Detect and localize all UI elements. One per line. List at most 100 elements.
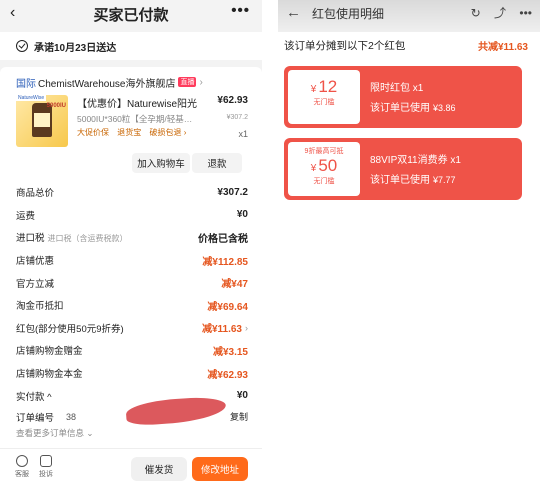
- coupon-used-label: 该订单已使用: [370, 175, 430, 186]
- price-row-label: 店铺购物金赠金: [16, 343, 213, 357]
- coupon-threshold: 无门槛: [313, 99, 335, 106]
- chat-icon: [16, 455, 28, 467]
- price-row: 淘金币抵扣 减¥69.64: [0, 294, 262, 317]
- price-row: 店铺优惠 减¥112.85: [0, 249, 262, 272]
- coupon-card[interactable]: ¥12 无门槛 限时红包 x1 该订单已使用 ¥3.86: [284, 66, 522, 128]
- price-row-value: 减¥11.63: [201, 324, 242, 336]
- price-row-label-text: 进口税: [16, 233, 45, 245]
- order-detail-panel: ‹ 买家已付款 ••• 承诺10月23日送达 国际 ChemistWarehou…: [0, 0, 262, 492]
- complain-label: 投诉: [39, 471, 53, 478]
- store-link[interactable]: 国际 ChemistWarehouse海外旗舰店 直播 ›: [0, 67, 262, 91]
- price-row-label: 店铺购物金本金: [16, 366, 207, 380]
- price-row-label-text: 实付款 ^: [16, 391, 52, 403]
- header-icons: ↻ ⤴ •••: [461, 4, 532, 21]
- price-row: 官方立减 减¥47: [0, 271, 262, 294]
- price-row-label-text: 运费: [16, 210, 36, 222]
- price-row-label: 商品总价: [16, 185, 217, 199]
- page-title: 买家已付款: [93, 7, 169, 24]
- order-header: ‹ 买家已付款 •••: [0, 0, 262, 26]
- complain-button[interactable]: 投诉: [34, 455, 58, 479]
- refund-button[interactable]: 退款: [192, 153, 242, 173]
- price-row-label-text: 官方立减: [16, 278, 55, 290]
- coupon-amount: ¥50: [288, 156, 360, 176]
- price-row[interactable]: 红包(部分使用50元9折券) 减¥11.63 ›: [0, 317, 262, 340]
- share-icon[interactable]: ⤴: [494, 6, 506, 20]
- price-row: 店铺购物金赠金 减¥3.15: [0, 339, 262, 362]
- price-row-value: ¥0: [236, 209, 248, 221]
- price-row-value: 价格已含税: [198, 233, 248, 245]
- price-row-value: ¥0: [236, 390, 248, 402]
- coupon-detail-panel: ← 红包使用明细 ↻ ⤴ ••• 该订单分摊到以下2个红包 共减¥11.63 ¥…: [278, 0, 540, 492]
- order-number-label: 订单编号: [16, 412, 55, 424]
- coupon-used: 该订单已使用 ¥7.77: [370, 171, 456, 186]
- service-tags[interactable]: 大促价保 退货宝 破损包退 ›: [77, 127, 192, 138]
- order-card: 国际 ChemistWarehouse海外旗舰店 直播 › NatureWise…: [0, 67, 262, 457]
- price-row-label: 进口税 进口税（含运费税款）: [16, 230, 198, 244]
- price-row-label: 店铺优惠: [16, 253, 202, 267]
- more-icon[interactable]: •••: [231, 2, 250, 19]
- price-row-value: 减¥112.85: [202, 256, 248, 268]
- product-item[interactable]: NatureWise 5000IU 【优惠价】Naturewise阳光 ¥62.…: [0, 93, 262, 151]
- coupon-used-value: ¥3.86: [433, 103, 456, 113]
- add-to-cart-button[interactable]: 加入购物车: [132, 153, 190, 173]
- summary-text: 该订单分摊到以下2个红包: [284, 39, 406, 52]
- tag-damage-return: 破损包退 ›: [149, 128, 187, 137]
- coupon-threshold: 无门槛: [313, 178, 335, 185]
- refresh-icon[interactable]: ↻: [471, 6, 481, 20]
- product-price: ¥62.93: [217, 95, 248, 106]
- price-row-label-text: 红包(部分使用50元9折券): [16, 323, 124, 335]
- product-original-price: ¥307.2: [226, 114, 248, 121]
- price-row: 店铺购物金本金 减¥62.93: [0, 362, 262, 385]
- delivery-promise: 承诺10月23日送达: [0, 32, 262, 60]
- arrow-left-icon[interactable]: ←: [286, 4, 301, 21]
- coupon-header: ← 红包使用明细 ↻ ⤴ •••: [278, 0, 540, 32]
- product-quantity: x1: [238, 129, 248, 139]
- price-row-label-text: 店铺购物金本金: [16, 369, 83, 381]
- price-row: 商品总价 ¥307.2: [0, 181, 262, 204]
- copy-button[interactable]: 复制: [230, 410, 248, 423]
- price-breakdown: 商品总价 ¥307.2 运费 ¥0 进口税 进口税（含运费税款） 价格已含税 店铺优惠 减¥11…: [0, 181, 262, 407]
- price-row-label-text: 商品总价: [16, 188, 55, 200]
- currency-symbol: ¥: [310, 163, 317, 174]
- price-row-label: 运费: [16, 208, 237, 222]
- price-row: 进口税 进口税（含运费税款） 价格已含税: [0, 226, 262, 249]
- chevron-right-icon: ›: [199, 76, 203, 88]
- coupon-name: 限时红包 x1: [370, 83, 424, 94]
- more-icon[interactable]: •••: [519, 6, 532, 20]
- tag-return-insurance: 退货宝: [117, 128, 142, 137]
- price-row-label-text: 店铺购物金赠金: [16, 346, 83, 358]
- coupon-list: ¥12 无门槛 限时红包 x1 该订单已使用 ¥3.86 9折最高可抵 ¥50 无门槛 88VI…: [278, 66, 540, 200]
- live-badge: 直播: [178, 77, 197, 87]
- intl-tag: 国际: [16, 78, 36, 90]
- thumb-dose: 5000IU: [46, 103, 66, 109]
- price-row-label: 淘金币抵扣: [16, 298, 207, 312]
- urge-shipping-button[interactable]: 催发货: [131, 457, 187, 481]
- coupon-amount-value: 12: [318, 77, 338, 96]
- price-row-value: 减¥62.93: [207, 369, 248, 381]
- delivery-promise-text: 承诺10月23日送达: [34, 42, 117, 54]
- order-number: 38: [66, 411, 77, 422]
- product-thumbnail[interactable]: NatureWise 5000IU: [16, 95, 68, 147]
- price-row-label-text: 淘金币抵扣: [16, 301, 64, 313]
- coupon-used-label: 该订单已使用: [370, 103, 430, 114]
- price-row-value: 减¥69.64: [207, 301, 248, 313]
- customer-service-button[interactable]: 客服: [10, 455, 34, 479]
- more-order-info-link[interactable]: 查看更多订单信息 ⌄: [0, 427, 262, 441]
- price-row-label: 红包(部分使用50元9折券): [16, 321, 202, 335]
- modify-address-button[interactable]: 修改地址: [192, 457, 248, 481]
- price-row-note: 进口税（含运费税款）: [47, 234, 128, 244]
- currency-symbol: ¥: [310, 84, 317, 95]
- service-label: 客服: [15, 471, 29, 478]
- price-row-label-text: 店铺优惠: [16, 256, 55, 268]
- coupon-card[interactable]: 9折最高可抵 ¥50 无门槛 88VIP双11消费券 x1 该订单已使用 ¥7.77: [284, 138, 522, 200]
- coupon-amount-box: ¥12 无门槛: [288, 70, 360, 124]
- coupon-used-value: ¥7.77: [433, 175, 456, 185]
- thumb-brand: NatureWise: [16, 95, 47, 101]
- coupon-amount-value: 50: [318, 156, 338, 175]
- coupon-name: 88VIP双11消费券 x1: [370, 155, 461, 166]
- store-name: ChemistWarehouse海外旗舰店: [38, 78, 176, 90]
- check-circle-icon: [16, 40, 28, 52]
- coupon-cap-note: 9折最高可抵: [304, 148, 344, 155]
- message-icon: [40, 455, 52, 467]
- tag-price-protect: 大促价保: [77, 128, 109, 137]
